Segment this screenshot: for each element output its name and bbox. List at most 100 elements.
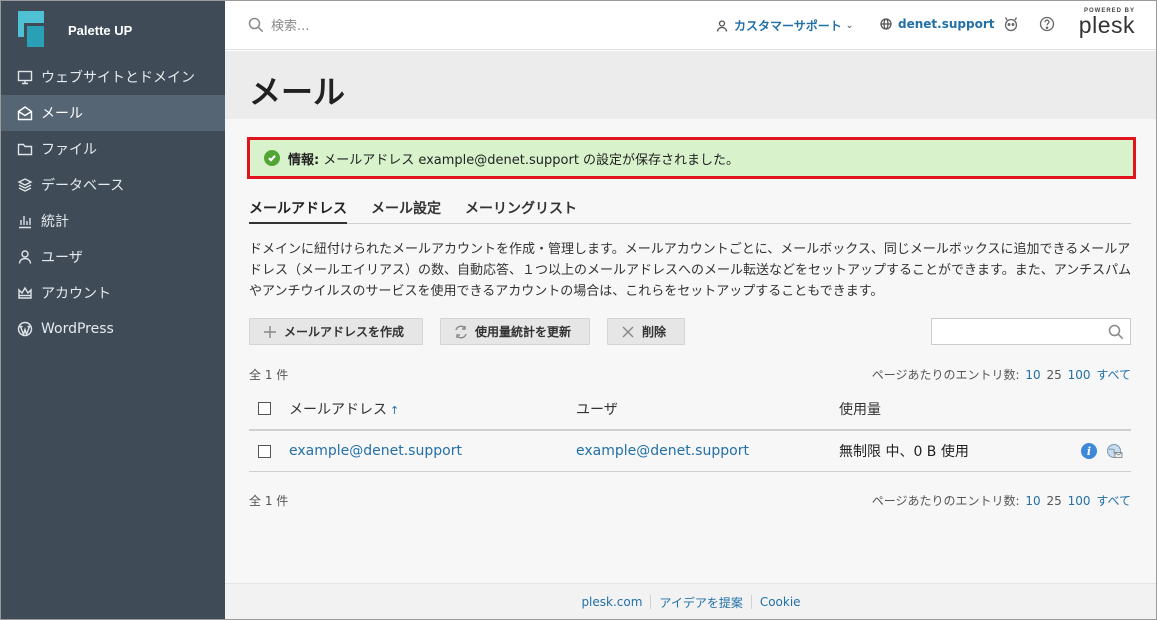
list-search-input[interactable] — [931, 318, 1131, 345]
per-page-option-100[interactable]: 100 — [1068, 494, 1091, 508]
sidebar-item-users[interactable]: ユーザ — [0, 239, 225, 275]
customer-support-menu[interactable]: カスタマーサポート ⌄ — [716, 17, 853, 34]
alert-label: 情報: — [288, 152, 320, 168]
globe-icon — [880, 18, 892, 30]
user-link[interactable]: example@denet.support — [576, 443, 839, 459]
per-page-option-25: 25 — [1046, 494, 1062, 508]
sidebar-item-label: WordPress — [41, 321, 114, 337]
folder-icon — [16, 140, 34, 158]
alert-message: メールアドレス example@denet.support の設定が保存されまし… — [323, 152, 740, 168]
list-summary-top: 全 1 件 ページあたりのエントリ数: 10 25 100 すべて — [249, 366, 1131, 383]
per-page-option-10[interactable]: 10 — [1025, 368, 1040, 382]
tab-mail-addresses[interactable]: メールアドレス — [249, 198, 347, 224]
main-content: メール 情報: メールアドレス example@denet.support の設… — [225, 51, 1157, 583]
usage-value: 無制限 中、0 B 使用 — [839, 444, 969, 460]
monitor-icon — [16, 68, 34, 86]
per-page-option-100[interactable]: 100 — [1068, 368, 1091, 382]
mail-address-table: メールアドレス ↑ ユーザ 使用量 example@denet.support e… — [249, 388, 1131, 472]
refresh-usage-label: 使用量統計を更新 — [475, 325, 572, 339]
brand[interactable]: Palette UP — [18, 10, 132, 50]
per-page-option-10[interactable]: 10 — [1025, 494, 1040, 508]
column-header-address-label: メールアドレス — [289, 401, 387, 418]
info-alert: 情報: メールアドレス example@denet.support の設定が保存… — [247, 137, 1136, 179]
page-description: ドメインに紐付けられたメールアカウントを作成・管理します。メールアカウントごとに… — [249, 242, 1132, 299]
per-page-label: ページあたりのエントリ数: — [871, 494, 1020, 508]
sidebar-item-files[interactable]: ファイル — [0, 131, 225, 167]
top-header: 検索... カスタマーサポート ⌄ denet.support POWERED … — [225, 0, 1157, 50]
sidebar-item-databases[interactable]: データベース — [0, 167, 225, 203]
user-icon — [16, 248, 34, 266]
row-checkbox[interactable] — [258, 444, 271, 458]
database-icon — [16, 176, 34, 194]
info-icon[interactable]: i — [1081, 443, 1097, 459]
wordpress-icon — [16, 320, 34, 338]
delete-x-icon — [622, 326, 634, 337]
tab-bar: メールアドレス メール設定 メーリングリスト — [249, 198, 1131, 224]
create-address-label: メールアドレスを作成 — [284, 325, 405, 339]
sidebar-item-label: 統計 — [41, 214, 69, 230]
extensions-icon[interactable] — [1003, 16, 1019, 32]
create-address-button[interactable]: メールアドレスを作成 — [249, 318, 424, 345]
delete-button[interactable]: 削除 — [607, 318, 686, 345]
per-page-label: ページあたりのエントリ数: — [871, 368, 1020, 382]
per-page-option-25: 25 — [1046, 368, 1062, 382]
global-search-placeholder: 検索... — [271, 19, 310, 34]
mail-icon — [16, 104, 34, 122]
footer-link-cookie[interactable]: Cookie — [752, 595, 809, 609]
customer-support-label: カスタマーサポート — [734, 19, 842, 33]
footer-link-suggest-idea[interactable]: アイデアを提案 — [651, 594, 750, 611]
chevron-down-icon: ⌄ — [845, 20, 854, 31]
brand-name: Palette UP — [68, 22, 133, 38]
crown-icon — [16, 284, 34, 302]
column-header-usage: 使用量 — [839, 401, 881, 418]
sidebar-item-websites[interactable]: ウェブサイトとドメイン — [0, 59, 225, 95]
sidebar-item-label: データベース — [41, 178, 125, 194]
per-page-selector: ページあたりのエントリ数: 10 25 100 すべて — [872, 366, 1131, 383]
column-header-user: ユーザ — [576, 401, 618, 418]
tab-mailing-lists[interactable]: メーリングリスト — [465, 198, 577, 224]
domain-label: denet.support — [898, 17, 995, 31]
sidebar-item-label: ファイル — [41, 142, 97, 158]
per-page-option-all[interactable]: すべて — [1096, 494, 1131, 508]
total-count: 全 1 件 — [249, 368, 289, 382]
row-actions: i — [1081, 443, 1123, 460]
per-page-selector: ページあたりのエントリ数: 10 25 100 すべて — [872, 492, 1131, 509]
plesk-logo: POWERED BY plesk — [1071, 8, 1135, 38]
sidebar-item-statistics[interactable]: 統計 — [0, 203, 225, 239]
plus-icon — [264, 325, 276, 338]
brand-logo — [18, 11, 46, 49]
table-header-row: メールアドレス ↑ ユーザ 使用量 — [249, 388, 1131, 431]
sidebar-item-mail[interactable]: メール — [0, 95, 225, 131]
check-circle-icon — [264, 150, 280, 166]
help-icon[interactable] — [1039, 16, 1055, 32]
sort-ascending-icon: ↑ — [390, 403, 400, 417]
search-icon — [1108, 324, 1124, 340]
domain-selector[interactable]: denet.support — [880, 17, 994, 31]
sidebar-item-label: ユーザ — [41, 250, 83, 266]
refresh-usage-button[interactable]: 使用量統計を更新 — [440, 318, 591, 345]
table-row: example@denet.support example@denet.supp… — [249, 431, 1131, 472]
list-toolbar: メールアドレスを作成 使用量統計を更新 削除 — [249, 318, 702, 345]
webmail-icon[interactable] — [1106, 443, 1123, 460]
tab-mail-settings[interactable]: メール設定 — [371, 198, 441, 224]
footer-link-plesk[interactable]: plesk.com — [573, 595, 650, 609]
refresh-icon — [455, 325, 467, 338]
select-all-checkbox[interactable] — [258, 402, 271, 415]
mail-address-link[interactable]: example@denet.support — [289, 443, 576, 459]
total-count: 全 1 件 — [249, 494, 289, 508]
footer: plesk.com アイデアを提案 Cookie — [225, 583, 1157, 620]
global-search[interactable]: 検索... — [248, 15, 309, 34]
bar-chart-icon — [16, 212, 34, 230]
sidebar-item-label: メール — [41, 106, 83, 122]
sidebar-item-account[interactable]: アカウント — [0, 275, 225, 311]
column-header-address[interactable]: メールアドレス ↑ — [289, 399, 576, 419]
delete-label: 削除 — [642, 325, 667, 339]
sidebar: Palette UP ウェブサイトとドメイン メール ファイル データベース 統… — [0, 0, 225, 620]
sidebar-item-label: アカウント — [41, 286, 111, 302]
per-page-option-all[interactable]: すべて — [1096, 368, 1131, 382]
plesk-wordmark: plesk — [1078, 12, 1135, 38]
page-title: メール — [249, 73, 346, 111]
sidebar-nav: ウェブサイトとドメイン メール ファイル データベース 統計 ユーザ アカウント — [0, 59, 225, 347]
sidebar-item-wordpress[interactable]: WordPress — [0, 311, 225, 347]
user-icon — [716, 19, 728, 32]
